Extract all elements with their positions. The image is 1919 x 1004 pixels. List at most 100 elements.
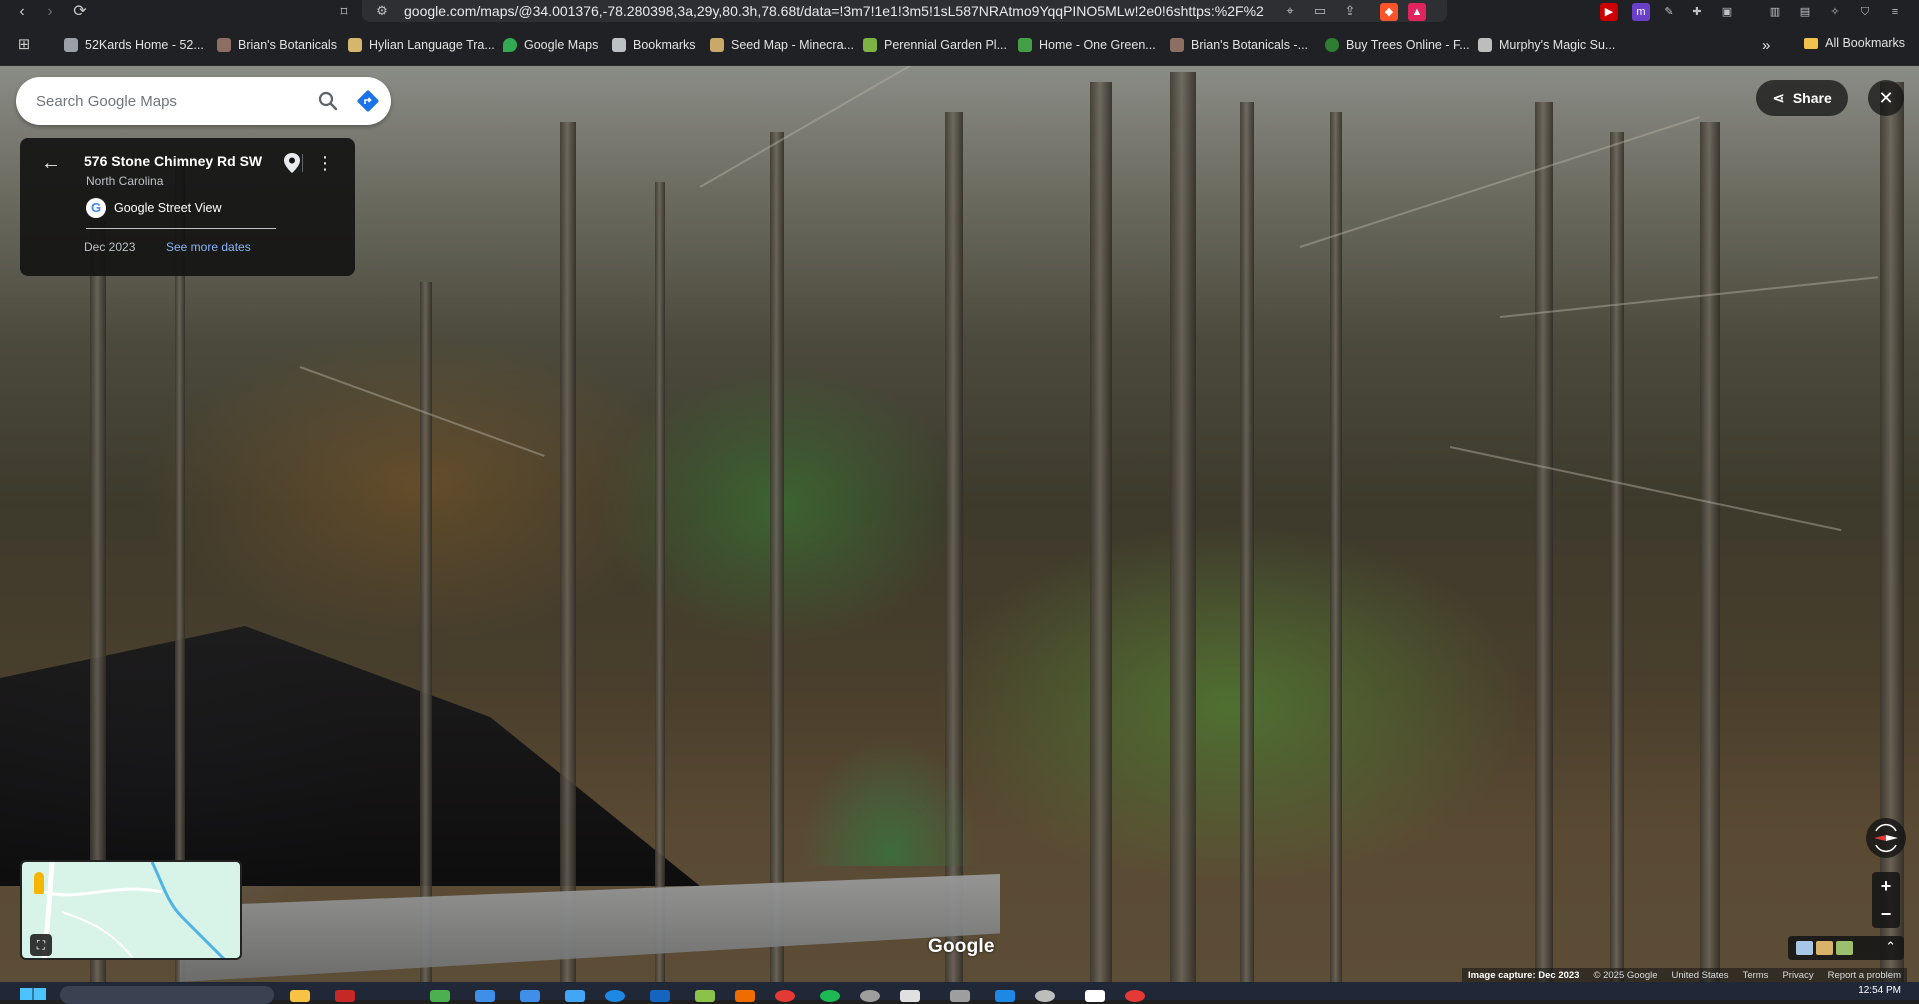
- tab-capture-icon[interactable]: ▣: [1718, 3, 1736, 21]
- taskbar-app-icon[interactable]: [650, 990, 670, 1002]
- apps-grid-icon[interactable]: ⊞: [14, 35, 34, 55]
- tree-icon: [1325, 38, 1339, 52]
- imagery-layers-strip[interactable]: ⌃: [1788, 936, 1904, 960]
- extension-youtube-icon[interactable]: ▶: [1600, 3, 1618, 21]
- bookmark-hylian-language[interactable]: Hylian Language Tra...: [348, 36, 495, 54]
- extension-tm-icon[interactable]: m: [1632, 3, 1650, 21]
- tree-trunk: [1330, 112, 1342, 982]
- tree-trunk: [1240, 102, 1254, 982]
- layer-thumbnail[interactable]: [1816, 941, 1833, 955]
- expand-map-icon[interactable]: ⛶: [30, 934, 52, 956]
- taskbar-app-icon[interactable]: [860, 990, 880, 1002]
- zoom-out-icon[interactable]: −: [1872, 900, 1900, 928]
- privacy-link[interactable]: Privacy: [1782, 970, 1813, 981]
- brave-rewards-icon[interactable]: ▲: [1408, 3, 1426, 21]
- brave-browser-icon[interactable]: [1125, 990, 1145, 1002]
- share-button[interactable]: ⋖ Share: [1756, 80, 1848, 116]
- close-icon: ✕: [1878, 88, 1894, 108]
- taskbar-app-icon[interactable]: [430, 990, 450, 1002]
- pegman-icon[interactable]: [34, 872, 44, 894]
- back-icon[interactable]: ‹: [12, 2, 32, 22]
- taskbar-search[interactable]: [60, 986, 274, 1004]
- tree-trunk: [770, 132, 784, 982]
- tree-trunk: [175, 162, 185, 982]
- bookmark-bookmarks[interactable]: Bookmarks: [612, 36, 696, 54]
- street-view-info-card: ← 576 Stone Chimney Rd SW North Carolina…: [20, 138, 355, 276]
- leaf-icon: [1018, 38, 1032, 52]
- back-arrow-icon[interactable]: ←: [40, 152, 62, 174]
- zoom-in-icon[interactable]: +: [1872, 872, 1900, 900]
- wallet-icon[interactable]: ▤: [1796, 3, 1814, 21]
- taskbar-app-icon[interactable]: [995, 990, 1015, 1002]
- place-region: North Carolina: [86, 174, 164, 188]
- share-icon: ⋖: [1772, 90, 1785, 107]
- more-bookmarks-chevron-icon[interactable]: »: [1762, 36, 1770, 54]
- search-icon[interactable]: [316, 89, 340, 113]
- bookmark-seed-map[interactable]: Seed Map - Minecra...: [710, 36, 854, 54]
- bookmark-brians-botanicals-2[interactable]: Brian's Botanicals -...: [1170, 36, 1308, 54]
- compass-control[interactable]: [1866, 818, 1906, 858]
- extensions-puzzle-icon[interactable]: ✚: [1688, 3, 1706, 21]
- location-icon[interactable]: ⌖: [1282, 3, 1298, 19]
- zoom-control: + −: [1872, 872, 1900, 928]
- layer-thumbnail[interactable]: [1836, 941, 1853, 955]
- taskbar-app-icon[interactable]: [735, 990, 755, 1002]
- bookmark-star-icon[interactable]: ⌑: [334, 2, 354, 22]
- taskbar-app-icon[interactable]: [520, 990, 540, 1002]
- taskbar-app-icon[interactable]: [950, 990, 970, 1002]
- bookmark-murphys-magic[interactable]: Murphy's Magic Su...: [1478, 36, 1615, 54]
- url-text[interactable]: google.com/maps/@34.001376,-78.280398,3a…: [404, 3, 1264, 19]
- reload-icon[interactable]: ⟳: [70, 2, 90, 22]
- menu-icon[interactable]: ≡: [1886, 3, 1904, 21]
- taskbar-app-icon[interactable]: [475, 990, 495, 1002]
- bookmark-perennial-garden[interactable]: Perennial Garden Pl...: [863, 36, 1007, 54]
- tree-branch: [699, 66, 961, 188]
- directions-icon[interactable]: [356, 89, 380, 113]
- leo-ai-icon[interactable]: ✧: [1826, 3, 1844, 21]
- taskbar-app-icon[interactable]: [335, 990, 355, 1002]
- bookmark-buy-trees[interactable]: Buy Trees Online - F...: [1325, 36, 1470, 54]
- brave-shield-icon[interactable]: ◆: [1380, 3, 1398, 21]
- forward-icon[interactable]: ›: [40, 2, 60, 22]
- country-link[interactable]: United States: [1672, 970, 1729, 981]
- taskbar-app-icon[interactable]: [1035, 990, 1055, 1002]
- address-bar[interactable]: ⚙ google.com/maps/@34.001376,-78.280398,…: [362, 0, 1447, 22]
- vpn-shield-icon[interactable]: ⛉: [1856, 3, 1874, 21]
- windows-start-icon[interactable]: [20, 988, 46, 1000]
- bookmark-brians-botanicals[interactable]: Brian's Botanicals: [217, 36, 337, 54]
- copyright: © 2025 Google: [1593, 969, 1658, 981]
- terms-link[interactable]: Terms: [1743, 970, 1769, 981]
- expand-chevron-icon[interactable]: ⌃: [1885, 939, 1896, 955]
- minecraft-icon[interactable]: [695, 990, 715, 1002]
- edge-icon[interactable]: [605, 990, 625, 1002]
- file-explorer-icon[interactable]: [290, 990, 310, 1002]
- sidebar-icon[interactable]: ▥: [1766, 3, 1784, 21]
- compass-icon: [1874, 823, 1898, 853]
- site-settings-icon[interactable]: ⚙: [374, 3, 390, 19]
- tree-trunk: [1090, 82, 1112, 982]
- google-g-icon: G: [86, 198, 106, 218]
- search-input[interactable]: [36, 89, 296, 113]
- tree-branch: [1449, 446, 1842, 532]
- taskbar-app-icon[interactable]: [775, 990, 795, 1002]
- bookmark-google-maps[interactable]: Google Maps: [503, 36, 598, 54]
- see-more-dates-link[interactable]: See more dates: [166, 240, 251, 254]
- cast-icon[interactable]: ▭: [1312, 3, 1328, 19]
- bookmark-one-green[interactable]: Home - One Green...: [1018, 36, 1156, 54]
- close-street-view-button[interactable]: ✕: [1868, 80, 1904, 116]
- taskbar-clock[interactable]: 12:54 PM: [1858, 985, 1901, 996]
- report-problem-link[interactable]: Report a problem: [1828, 970, 1901, 981]
- all-bookmarks-button[interactable]: All Bookmarks: [1804, 36, 1905, 50]
- search-box: [16, 77, 391, 125]
- map-pin-icon[interactable]: [282, 152, 302, 174]
- extension-pen-icon[interactable]: ✎: [1660, 3, 1678, 21]
- spotify-icon[interactable]: [820, 990, 840, 1002]
- taskbar-app-icon[interactable]: [1085, 990, 1105, 1002]
- minimap[interactable]: ⛶: [20, 860, 242, 960]
- share-page-icon[interactable]: ⇪: [1342, 3, 1358, 19]
- layer-thumbnail[interactable]: [1796, 941, 1813, 955]
- bookmark-52kards[interactable]: 52Kards Home - 52...: [64, 36, 204, 54]
- more-options-icon[interactable]: ⋮: [316, 152, 334, 174]
- calendar-icon[interactable]: [900, 990, 920, 1002]
- taskbar-app-icon[interactable]: [565, 990, 585, 1002]
